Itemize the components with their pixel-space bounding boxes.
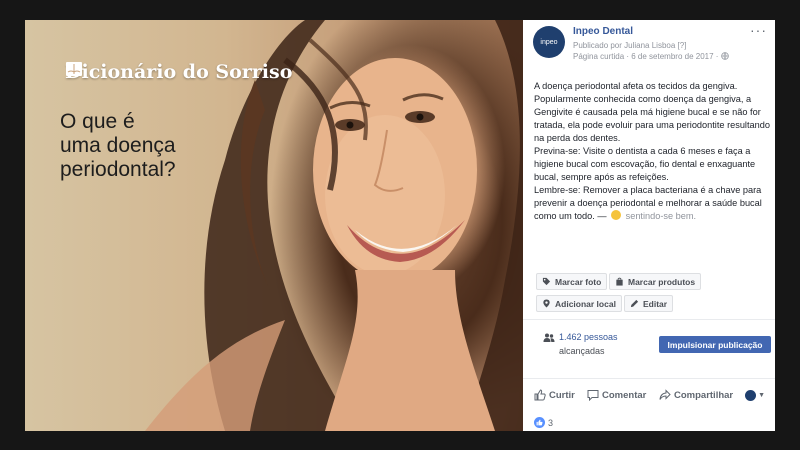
pencil-icon (630, 299, 639, 308)
share-button[interactable]: Compartilhar (659, 389, 733, 401)
feeling-text: sentindo-se bem. (623, 211, 697, 221)
book-icon (66, 62, 82, 76)
tag-icon (542, 277, 551, 286)
smile-emoji-icon (611, 210, 622, 220)
tag-photo-label: Marcar foto (555, 276, 602, 287)
post-paragraph-1: A doença periodontal afeta os tecidos da… (534, 81, 770, 143)
post-paragraph-3: Lembre-se: Remover a placa bacteriana é … (534, 184, 770, 223)
tag-products-label: Marcar produtos (628, 276, 696, 287)
location-pin-icon (543, 299, 550, 308)
chevron-down-icon: ▼ (758, 392, 765, 399)
brand-title-text: Dicionário do Sorriso (65, 61, 293, 83)
page-name-link[interactable]: Inpeo Dental (573, 26, 633, 37)
post-card: inpeo Inpeo Dental Publicado por Juliana… (523, 20, 775, 431)
likes-count: 3 (548, 417, 554, 428)
edit-label: Editar (643, 298, 668, 309)
like-button[interactable]: Curtir (534, 389, 575, 401)
headline: O que é uma doença periodontal? (60, 110, 230, 182)
post-paragraph-2: Previna-se: Visite o dentista a cada 6 m… (534, 146, 756, 182)
tag-products-button[interactable]: Marcar produtos (609, 273, 702, 290)
share-arrow-icon (659, 389, 671, 400)
page-avatar[interactable]: inpeo (533, 26, 565, 58)
post-actions: Curtir Comentar Compartilhar ▼ (523, 386, 775, 406)
thumbs-up-icon (534, 389, 546, 401)
liked-page-date-text: Página curtida · 6 de setembro de 2017 · (573, 52, 721, 61)
page-mini-avatar (745, 390, 757, 401)
add-location-label: Adicionar local (555, 298, 616, 309)
globe-icon (720, 52, 729, 60)
like-reaction-icon (534, 417, 545, 428)
reach-count-link[interactable]: 1.462 pessoas (559, 332, 618, 342)
divider (523, 378, 775, 379)
add-location-button[interactable]: Adicionar local (536, 295, 622, 312)
more-options-button[interactable]: ··· (750, 22, 767, 38)
headline-line-1: O que é (60, 110, 135, 133)
edit-button[interactable]: Editar (624, 295, 674, 312)
comment-icon (587, 390, 599, 401)
post-photo[interactable]: Dicionário do Sorriso O que é uma doença… (25, 20, 523, 431)
headline-line-3: periodontal? (60, 158, 176, 181)
post-header: inpeo Inpeo Dental Publicado por Juliana… (523, 20, 775, 80)
page-avatar-logo: inpeo (540, 38, 558, 46)
people-icon (543, 333, 555, 342)
comment-button[interactable]: Comentar (587, 389, 646, 401)
like-label: Curtir (549, 389, 575, 401)
post-as-selector[interactable]: ▼ (745, 390, 765, 401)
published-by: Publicado por Juliana Lisboa [?] (573, 41, 687, 50)
comment-label: Comentar (602, 389, 647, 401)
reach-label: alcançadas (559, 346, 605, 356)
brand-title: Dicionário do Sorriso (65, 61, 292, 83)
liked-page-date: Página curtida · 6 de setembro de 2017 · (573, 52, 729, 61)
headline-line-2: uma doença (60, 134, 176, 157)
share-label: Compartilhar (674, 389, 734, 401)
shopping-bag-icon (616, 277, 623, 286)
tag-photo-button[interactable]: Marcar foto (536, 273, 608, 290)
reactions-summary[interactable]: 3 (534, 417, 553, 428)
boost-post-button[interactable]: Impulsionar publicação (659, 336, 771, 353)
divider (523, 319, 775, 320)
post-text: A doença periodontal afeta os tecidos da… (534, 80, 770, 223)
thumbs-up-icon (536, 419, 543, 426)
